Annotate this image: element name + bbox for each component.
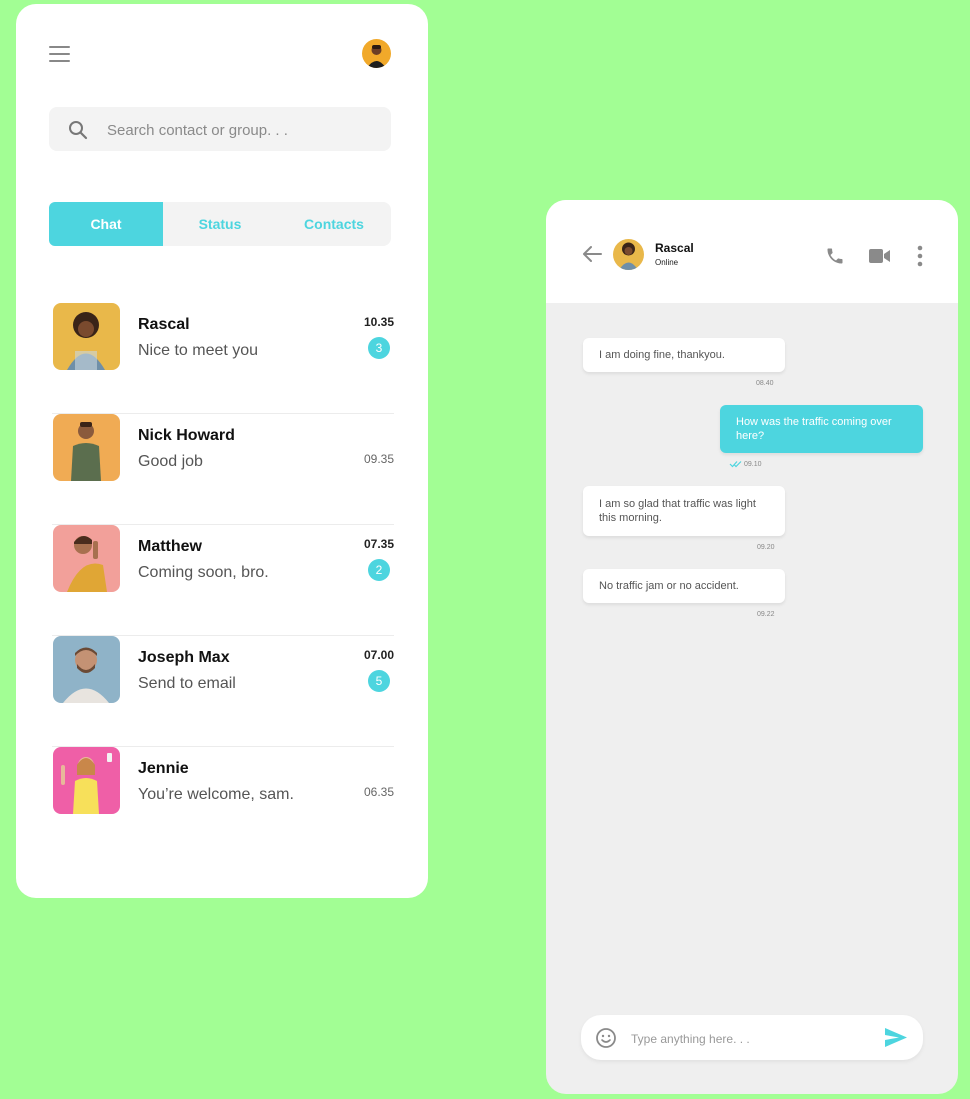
- contact-name: Joseph Max: [138, 649, 230, 666]
- message-input[interactable]: [629, 1015, 873, 1062]
- contact-avatar[interactable]: [613, 239, 644, 270]
- chat-item-nick-howard[interactable]: Nick Howard Good job 09.35: [52, 414, 394, 525]
- incoming-message: No traffic jam or no accident.: [583, 569, 785, 603]
- unread-badge: 3: [368, 337, 390, 359]
- contact-name: Rascal: [655, 241, 694, 255]
- last-message: You’re welcome, sam.: [138, 786, 294, 803]
- avatar: [53, 636, 120, 703]
- message-time: 09.22: [757, 611, 775, 618]
- message-time: 10.35: [363, 315, 394, 329]
- search-bar[interactable]: [49, 107, 391, 153]
- chat-item-matthew[interactable]: Matthew Coming soon, bro. 07.35 2: [52, 525, 394, 636]
- user-avatar[interactable]: [362, 39, 391, 68]
- hamburger-menu-icon[interactable]: [49, 46, 70, 62]
- chat-list: Rascal Nice to meet you 10.35 3 Nick How…: [52, 303, 394, 858]
- last-message: Send to email: [138, 675, 236, 692]
- send-icon[interactable]: [885, 1028, 907, 1047]
- contact-name: Nick Howard: [138, 427, 235, 444]
- message-time: 09.35: [363, 452, 394, 466]
- chat-item-jennie[interactable]: Jennie You’re welcome, sam. 06.35: [52, 747, 394, 858]
- tab-bar: Chat Status Contacts: [49, 202, 391, 246]
- more-options-icon[interactable]: [917, 245, 923, 267]
- tab-status[interactable]: Status: [163, 202, 277, 246]
- avatar: [53, 525, 120, 592]
- outgoing-message: How was the traffic coming over here?: [720, 405, 923, 453]
- chat-item-rascal[interactable]: Rascal Nice to meet you 10.35 3: [52, 303, 394, 414]
- message-time: 07.00: [363, 648, 394, 662]
- conversation-panel: Rascal Online I am doing fine, thankyou.…: [546, 200, 958, 1094]
- last-message: Coming soon, bro.: [138, 564, 269, 581]
- contact-name: Rascal: [138, 316, 190, 333]
- avatar: [53, 747, 120, 814]
- conversation-header: Rascal Online: [546, 200, 958, 303]
- unread-badge: 5: [368, 670, 390, 692]
- contact-name: Jennie: [138, 760, 189, 777]
- tab-chat[interactable]: Chat: [49, 202, 163, 246]
- chat-item-joseph-max[interactable]: Joseph Max Send to email 07.00 5: [52, 636, 394, 747]
- search-icon: [69, 121, 88, 140]
- tab-contacts[interactable]: Contacts: [277, 202, 391, 246]
- contact-name: Matthew: [138, 538, 202, 555]
- message-time: 09.10: [744, 461, 762, 468]
- incoming-message: I am doing fine, thankyou.: [583, 338, 785, 372]
- incoming-message: I am so glad that traffic was light this…: [583, 486, 785, 536]
- chat-list-panel: Chat Status Contacts Rascal Nice to meet…: [16, 4, 428, 898]
- phone-icon[interactable]: [825, 246, 845, 266]
- message-composer: [581, 1015, 923, 1062]
- emoji-icon[interactable]: [595, 1027, 617, 1049]
- video-call-icon[interactable]: [869, 248, 891, 264]
- back-arrow-icon[interactable]: [582, 245, 602, 263]
- contact-status: Online: [655, 258, 679, 267]
- message-time: 09.20: [757, 544, 775, 551]
- message-time: 08.40: [756, 380, 774, 387]
- last-message: Nice to meet you: [138, 342, 259, 359]
- message-time: 06.35: [363, 785, 394, 799]
- double-check-icon: [729, 461, 742, 468]
- last-message: Good job: [138, 453, 203, 470]
- unread-badge: 2: [368, 559, 390, 581]
- message-time: 07.35: [363, 537, 394, 551]
- avatar: [53, 414, 120, 481]
- avatar: [53, 303, 120, 370]
- search-input[interactable]: [105, 107, 379, 153]
